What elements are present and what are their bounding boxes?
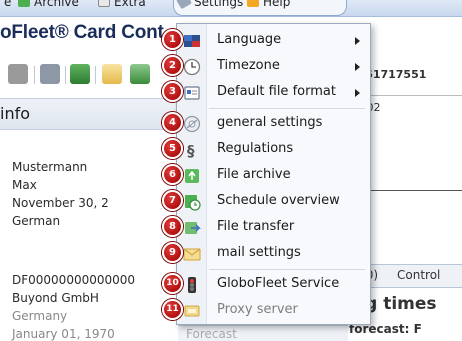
step-badge-5: 5 xyxy=(162,138,183,159)
toolbar-separator xyxy=(65,66,66,84)
archive-icon xyxy=(185,169,199,183)
menu-bar: e Archive Extra Settings Help xyxy=(0,0,462,17)
menu-item-label: mail settings xyxy=(217,245,301,260)
save-icon[interactable] xyxy=(40,64,60,84)
step-badge-11: 11 xyxy=(162,299,183,320)
settings-icon xyxy=(176,0,192,10)
menu-separator xyxy=(209,108,365,109)
toolbar-separator xyxy=(34,66,35,84)
info-nationality: German xyxy=(12,214,61,228)
step-badge-7: 7 xyxy=(162,190,183,211)
menu-item-globofleet-service[interactable]: GloboFleet Service xyxy=(177,272,370,298)
info-country: Germany xyxy=(12,309,68,323)
menu-item-label: Proxy server xyxy=(217,302,298,317)
traffic-light-icon xyxy=(188,277,196,293)
menu-item-file-transfer[interactable]: File transfer xyxy=(177,215,370,241)
mail-icon[interactable] xyxy=(102,64,122,84)
svg-text:§: § xyxy=(187,142,195,159)
menu-item-default-file-format[interactable]: Default file format xyxy=(177,80,370,106)
export-icon[interactable] xyxy=(130,64,150,84)
step-badge-6: 6 xyxy=(162,164,183,185)
info-date: January 01, 1970 xyxy=(12,327,115,341)
menu-item-extra[interactable]: Extra xyxy=(98,0,146,15)
info-panel-title: info xyxy=(0,104,31,123)
step-badge-4: 4 xyxy=(162,112,183,133)
submenu-arrow-icon xyxy=(355,63,360,71)
menu-item-label: general settings xyxy=(217,115,323,130)
calendar-icon[interactable] xyxy=(70,64,90,84)
info-card-number: DF00000000000000 xyxy=(12,273,136,287)
info-birth-date: November 30, 2 xyxy=(12,196,109,210)
schedule-icon xyxy=(185,195,201,211)
menu-item-label: Regulations xyxy=(217,141,294,156)
menu-item-help[interactable]: Help xyxy=(247,0,290,15)
menu-item-label: File transfer xyxy=(217,219,295,234)
card-icon[interactable] xyxy=(8,64,28,84)
menu-item-archive[interactable]: Archive xyxy=(18,0,79,15)
menu-item-settings[interactable]: Settings xyxy=(176,0,243,15)
info-first-name: Max xyxy=(12,178,37,192)
step-badge-3: 3 xyxy=(162,81,183,102)
app-title: oFleet® Card Cont xyxy=(0,22,164,43)
tab-control[interactable]: Control xyxy=(397,268,440,282)
language-icon xyxy=(184,35,200,47)
extra-icon xyxy=(98,0,110,7)
step-badge-1: 1 xyxy=(162,29,183,50)
menu-item-timezone[interactable]: Timezone xyxy=(177,54,370,80)
menu-item-label: File archive xyxy=(217,167,291,182)
settings-dropdown-menu: Language Timezone Default file format ge… xyxy=(176,23,371,325)
menu-item-label: Timezone xyxy=(217,58,280,73)
proxy-icon xyxy=(184,305,200,317)
menu-item-mail-settings[interactable]: mail settings xyxy=(177,241,370,267)
info-company: Buyond GmbH xyxy=(12,291,99,305)
mail-icon xyxy=(183,248,201,261)
step-badge-9: 9 xyxy=(162,242,183,263)
menu-item-partial[interactable]: e xyxy=(4,0,11,15)
forecast-panel-header: Forecast xyxy=(178,325,348,341)
step-badge-2: 2 xyxy=(162,55,183,76)
menu-item-label: Schedule overview xyxy=(217,193,340,208)
menu-item-proxy-server[interactable]: Proxy server xyxy=(177,298,370,324)
toolbar xyxy=(0,60,176,90)
step-badge-8: 8 xyxy=(162,216,183,237)
forecast-title: Forecast xyxy=(186,327,237,341)
gear-icon xyxy=(183,115,201,133)
submenu-arrow-icon xyxy=(355,89,360,97)
menu-separator xyxy=(209,269,365,270)
file-format-icon xyxy=(184,86,200,100)
menu-item-file-archive[interactable]: File archive xyxy=(177,163,370,189)
paragraph-icon: § xyxy=(187,142,195,159)
menu-item-language[interactable]: Language xyxy=(177,28,370,54)
menu-item-general-settings[interactable]: general settings xyxy=(177,111,370,137)
step-badge-10: 10 xyxy=(162,273,183,294)
title-area: oFleet® Card Cont xyxy=(0,18,176,46)
menu-item-label: GloboFleet Service xyxy=(217,276,340,291)
info-panel-header: info xyxy=(0,98,176,130)
menu-item-label: Language xyxy=(217,32,282,47)
clock-icon xyxy=(183,58,201,76)
archive-icon xyxy=(18,0,30,7)
menu-item-label: Default file format xyxy=(217,84,336,99)
help-icon xyxy=(247,0,259,7)
submenu-arrow-icon xyxy=(355,37,360,45)
toolbar-separator xyxy=(95,66,96,84)
info-last-name: Mustermann xyxy=(12,160,88,174)
menu-item-schedule-overview[interactable]: Schedule overview xyxy=(177,189,370,215)
file-transfer-icon xyxy=(185,222,201,234)
menu-item-regulations[interactable]: § Regulations xyxy=(177,137,370,163)
